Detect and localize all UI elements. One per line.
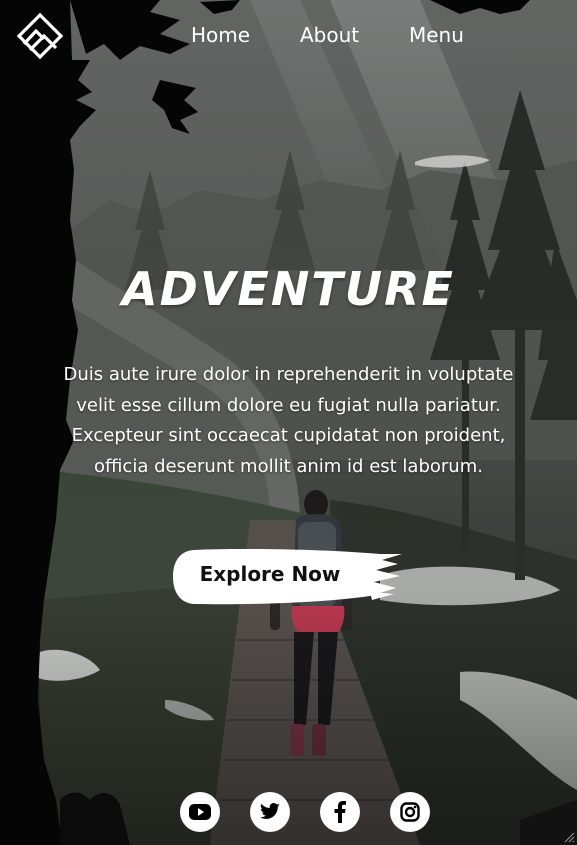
nav-link-home[interactable]: Home [191, 23, 250, 47]
hero-title: ADVENTURE [122, 262, 455, 316]
main-navigation: Home About Menu [0, 23, 577, 47]
youtube-icon [189, 804, 211, 820]
instagram-link[interactable] [390, 792, 430, 832]
youtube-link[interactable] [180, 792, 220, 832]
social-links [0, 792, 577, 832]
instagram-icon [400, 802, 420, 822]
explore-now-label: Explore Now [199, 562, 341, 586]
nav-link-about[interactable]: About [300, 23, 359, 47]
hero-description: Duis aute irure dolor in reprehenderit i… [63, 364, 514, 477]
nav-link-menu[interactable]: Menu [409, 23, 464, 47]
resize-handle-icon[interactable] [563, 831, 575, 843]
twitter-icon [260, 803, 280, 819]
twitter-link[interactable] [250, 792, 290, 832]
facebook-icon [334, 801, 346, 823]
facebook-link[interactable] [320, 792, 360, 832]
explore-now-button[interactable]: Explore Now [170, 546, 406, 608]
